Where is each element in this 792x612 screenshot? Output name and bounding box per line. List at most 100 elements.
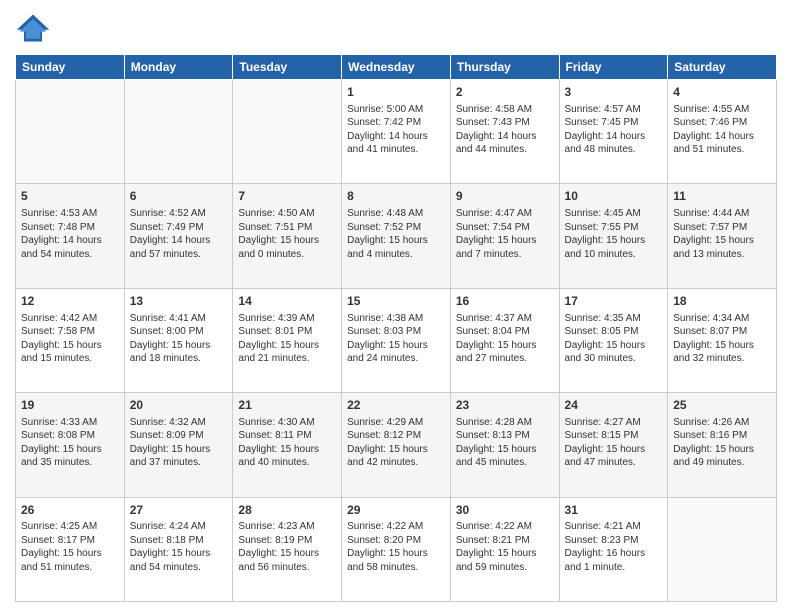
day-number: 29 [347, 502, 445, 519]
day-number: 4 [673, 84, 771, 101]
table-row: 24 Sunrise: 4:27 AM Sunset: 8:15 PM Dayli… [559, 393, 668, 497]
table-row: 9 Sunrise: 4:47 AM Sunset: 7:54 PM Daylig… [450, 184, 559, 288]
table-row: 20 Sunrise: 4:32 AM Sunset: 8:09 PM Dayli… [124, 393, 233, 497]
day-number: 20 [130, 397, 228, 414]
day-info: Sunrise: 4:26 AM Sunset: 8:16 PM Dayligh… [673, 416, 771, 470]
day-info: Sunrise: 4:29 AM Sunset: 8:12 PM Dayligh… [347, 416, 445, 470]
col-saturday: Saturday [668, 55, 777, 80]
table-row: 4 Sunrise: 4:55 AM Sunset: 7:46 PM Daylig… [668, 80, 777, 184]
calendar-week-4: 19 Sunrise: 4:33 AM Sunset: 8:08 PM Dayli… [16, 393, 777, 497]
day-number: 22 [347, 397, 445, 414]
table-row: 12 Sunrise: 4:42 AM Sunset: 7:58 PM Dayli… [16, 288, 125, 392]
day-info: Sunrise: 4:45 AM Sunset: 7:55 PM Dayligh… [565, 207, 663, 261]
day-number: 8 [347, 188, 445, 205]
col-friday: Friday [559, 55, 668, 80]
table-row: 8 Sunrise: 4:48 AM Sunset: 7:52 PM Daylig… [342, 184, 451, 288]
day-number: 27 [130, 502, 228, 519]
day-number: 18 [673, 293, 771, 310]
table-row: 15Sunrise: 4:38 AM Sunset: 8:03 PM Dayli… [342, 288, 451, 392]
day-info: Sunrise: 4:48 AM Sunset: 7:52 PM Dayligh… [347, 207, 445, 261]
calendar-week-3: 12 Sunrise: 4:42 AM Sunset: 7:58 PM Dayli… [16, 288, 777, 392]
calendar-week-2: 5Sunrise: 4:53 AM Sunset: 7:48 PM Daylig… [16, 184, 777, 288]
table-row: 7 Sunrise: 4:50 AM Sunset: 7:51 PM Daylig… [233, 184, 342, 288]
calendar-header-row: Sunday Monday Tuesday Wednesday Thursday… [16, 55, 777, 80]
table-row: 26Sunrise: 4:25 AM Sunset: 8:17 PM Dayli… [16, 497, 125, 601]
table-row: 10 Sunrise: 4:45 AM Sunset: 7:55 PM Dayli… [559, 184, 668, 288]
day-info: Sunrise: 4:25 AM Sunset: 8:17 PM Dayligh… [21, 520, 119, 574]
day-info: Sunrise: 4:52 AM Sunset: 7:49 PM Dayligh… [130, 207, 228, 261]
table-row: 1 Sunrise: 5:00 AM Sunset: 7:42 PM Daylig… [342, 80, 451, 184]
col-tuesday: Tuesday [233, 55, 342, 80]
day-number: 23 [456, 397, 554, 414]
day-number: 2 [456, 84, 554, 101]
table-row: 28Sunrise: 4:23 AM Sunset: 8:19 PM Dayli… [233, 497, 342, 601]
day-info: Sunrise: 4:41 AM Sunset: 8:00 PM Dayligh… [130, 312, 228, 366]
page: Sunday Monday Tuesday Wednesday Thursday… [0, 0, 792, 612]
day-info: Sunrise: 4:28 AM Sunset: 8:13 PM Dayligh… [456, 416, 554, 470]
table-row: 2 Sunrise: 4:58 AM Sunset: 7:43 PM Daylig… [450, 80, 559, 184]
day-info: Sunrise: 4:47 AM Sunset: 7:54 PM Dayligh… [456, 207, 554, 261]
day-info: Sunrise: 4:39 AM Sunset: 8:01 PM Dayligh… [238, 312, 336, 366]
day-number: 19 [21, 397, 119, 414]
table-row: 16Sunrise: 4:37 AM Sunset: 8:04 PM Dayli… [450, 288, 559, 392]
day-info: Sunrise: 4:24 AM Sunset: 8:18 PM Dayligh… [130, 520, 228, 574]
table-row: 23 Sunrise: 4:28 AM Sunset: 8:13 PM Dayli… [450, 393, 559, 497]
day-info: Sunrise: 4:37 AM Sunset: 8:04 PM Dayligh… [456, 312, 554, 366]
day-info: Sunrise: 4:33 AM Sunset: 8:08 PM Dayligh… [21, 416, 119, 470]
day-number: 6 [130, 188, 228, 205]
day-number: 21 [238, 397, 336, 414]
table-row: 21Sunrise: 4:30 AM Sunset: 8:11 PM Dayli… [233, 393, 342, 497]
day-number: 28 [238, 502, 336, 519]
table-row: 22 Sunrise: 4:29 AM Sunset: 8:12 PM Dayli… [342, 393, 451, 497]
table-row: 25 Sunrise: 4:26 AM Sunset: 8:16 PM Dayli… [668, 393, 777, 497]
table-row [668, 497, 777, 601]
table-row: 14 Sunrise: 4:39 AM Sunset: 8:01 PM Dayli… [233, 288, 342, 392]
day-info: Sunrise: 4:57 AM Sunset: 7:45 PM Dayligh… [565, 103, 663, 157]
col-thursday: Thursday [450, 55, 559, 80]
table-row [233, 80, 342, 184]
table-row: 17 Sunrise: 4:35 AM Sunset: 8:05 PM Dayli… [559, 288, 668, 392]
header [15, 10, 777, 46]
day-number: 5 [21, 188, 119, 205]
day-number: 17 [565, 293, 663, 310]
calendar-week-1: 1 Sunrise: 5:00 AM Sunset: 7:42 PM Daylig… [16, 80, 777, 184]
day-info: Sunrise: 4:50 AM Sunset: 7:51 PM Dayligh… [238, 207, 336, 261]
day-number: 1 [347, 84, 445, 101]
table-row: 18 Sunrise: 4:34 AM Sunset: 8:07 PM Dayli… [668, 288, 777, 392]
logo-icon [15, 10, 51, 46]
day-number: 14 [238, 293, 336, 310]
table-row: 13 Sunrise: 4:41 AM Sunset: 8:00 PM Dayli… [124, 288, 233, 392]
day-info: Sunrise: 4:38 AM Sunset: 8:03 PM Dayligh… [347, 312, 445, 366]
col-sunday: Sunday [16, 55, 125, 80]
day-info: Sunrise: 4:27 AM Sunset: 8:15 PM Dayligh… [565, 416, 663, 470]
day-info: Sunrise: 4:58 AM Sunset: 7:43 PM Dayligh… [456, 103, 554, 157]
day-number: 12 [21, 293, 119, 310]
day-number: 9 [456, 188, 554, 205]
day-number: 13 [130, 293, 228, 310]
logo [15, 10, 55, 46]
table-row: 31Sunrise: 4:21 AM Sunset: 8:23 PM Dayli… [559, 497, 668, 601]
day-info: Sunrise: 4:23 AM Sunset: 8:19 PM Dayligh… [238, 520, 336, 574]
calendar-week-5: 26Sunrise: 4:25 AM Sunset: 8:17 PM Dayli… [16, 497, 777, 601]
day-info: Sunrise: 4:35 AM Sunset: 8:05 PM Dayligh… [565, 312, 663, 366]
day-number: 10 [565, 188, 663, 205]
table-row: 5Sunrise: 4:53 AM Sunset: 7:48 PM Daylig… [16, 184, 125, 288]
day-info: Sunrise: 4:32 AM Sunset: 8:09 PM Dayligh… [130, 416, 228, 470]
day-info: Sunrise: 4:21 AM Sunset: 8:23 PM Dayligh… [565, 520, 663, 574]
day-number: 11 [673, 188, 771, 205]
day-number: 25 [673, 397, 771, 414]
day-info: Sunrise: 4:55 AM Sunset: 7:46 PM Dayligh… [673, 103, 771, 157]
day-info: Sunrise: 5:00 AM Sunset: 7:42 PM Dayligh… [347, 103, 445, 157]
day-info: Sunrise: 4:34 AM Sunset: 8:07 PM Dayligh… [673, 312, 771, 366]
day-number: 7 [238, 188, 336, 205]
table-row: 3Sunrise: 4:57 AM Sunset: 7:45 PM Daylig… [559, 80, 668, 184]
day-info: Sunrise: 4:42 AM Sunset: 7:58 PM Dayligh… [21, 312, 119, 366]
col-wednesday: Wednesday [342, 55, 451, 80]
table-row: 6 Sunrise: 4:52 AM Sunset: 7:49 PM Daylig… [124, 184, 233, 288]
table-row: 19 Sunrise: 4:33 AM Sunset: 8:08 PM Dayli… [16, 393, 125, 497]
table-row: 29Sunrise: 4:22 AM Sunset: 8:20 PM Dayli… [342, 497, 451, 601]
day-number: 24 [565, 397, 663, 414]
day-info: Sunrise: 4:22 AM Sunset: 8:21 PM Dayligh… [456, 520, 554, 574]
col-monday: Monday [124, 55, 233, 80]
day-number: 31 [565, 502, 663, 519]
